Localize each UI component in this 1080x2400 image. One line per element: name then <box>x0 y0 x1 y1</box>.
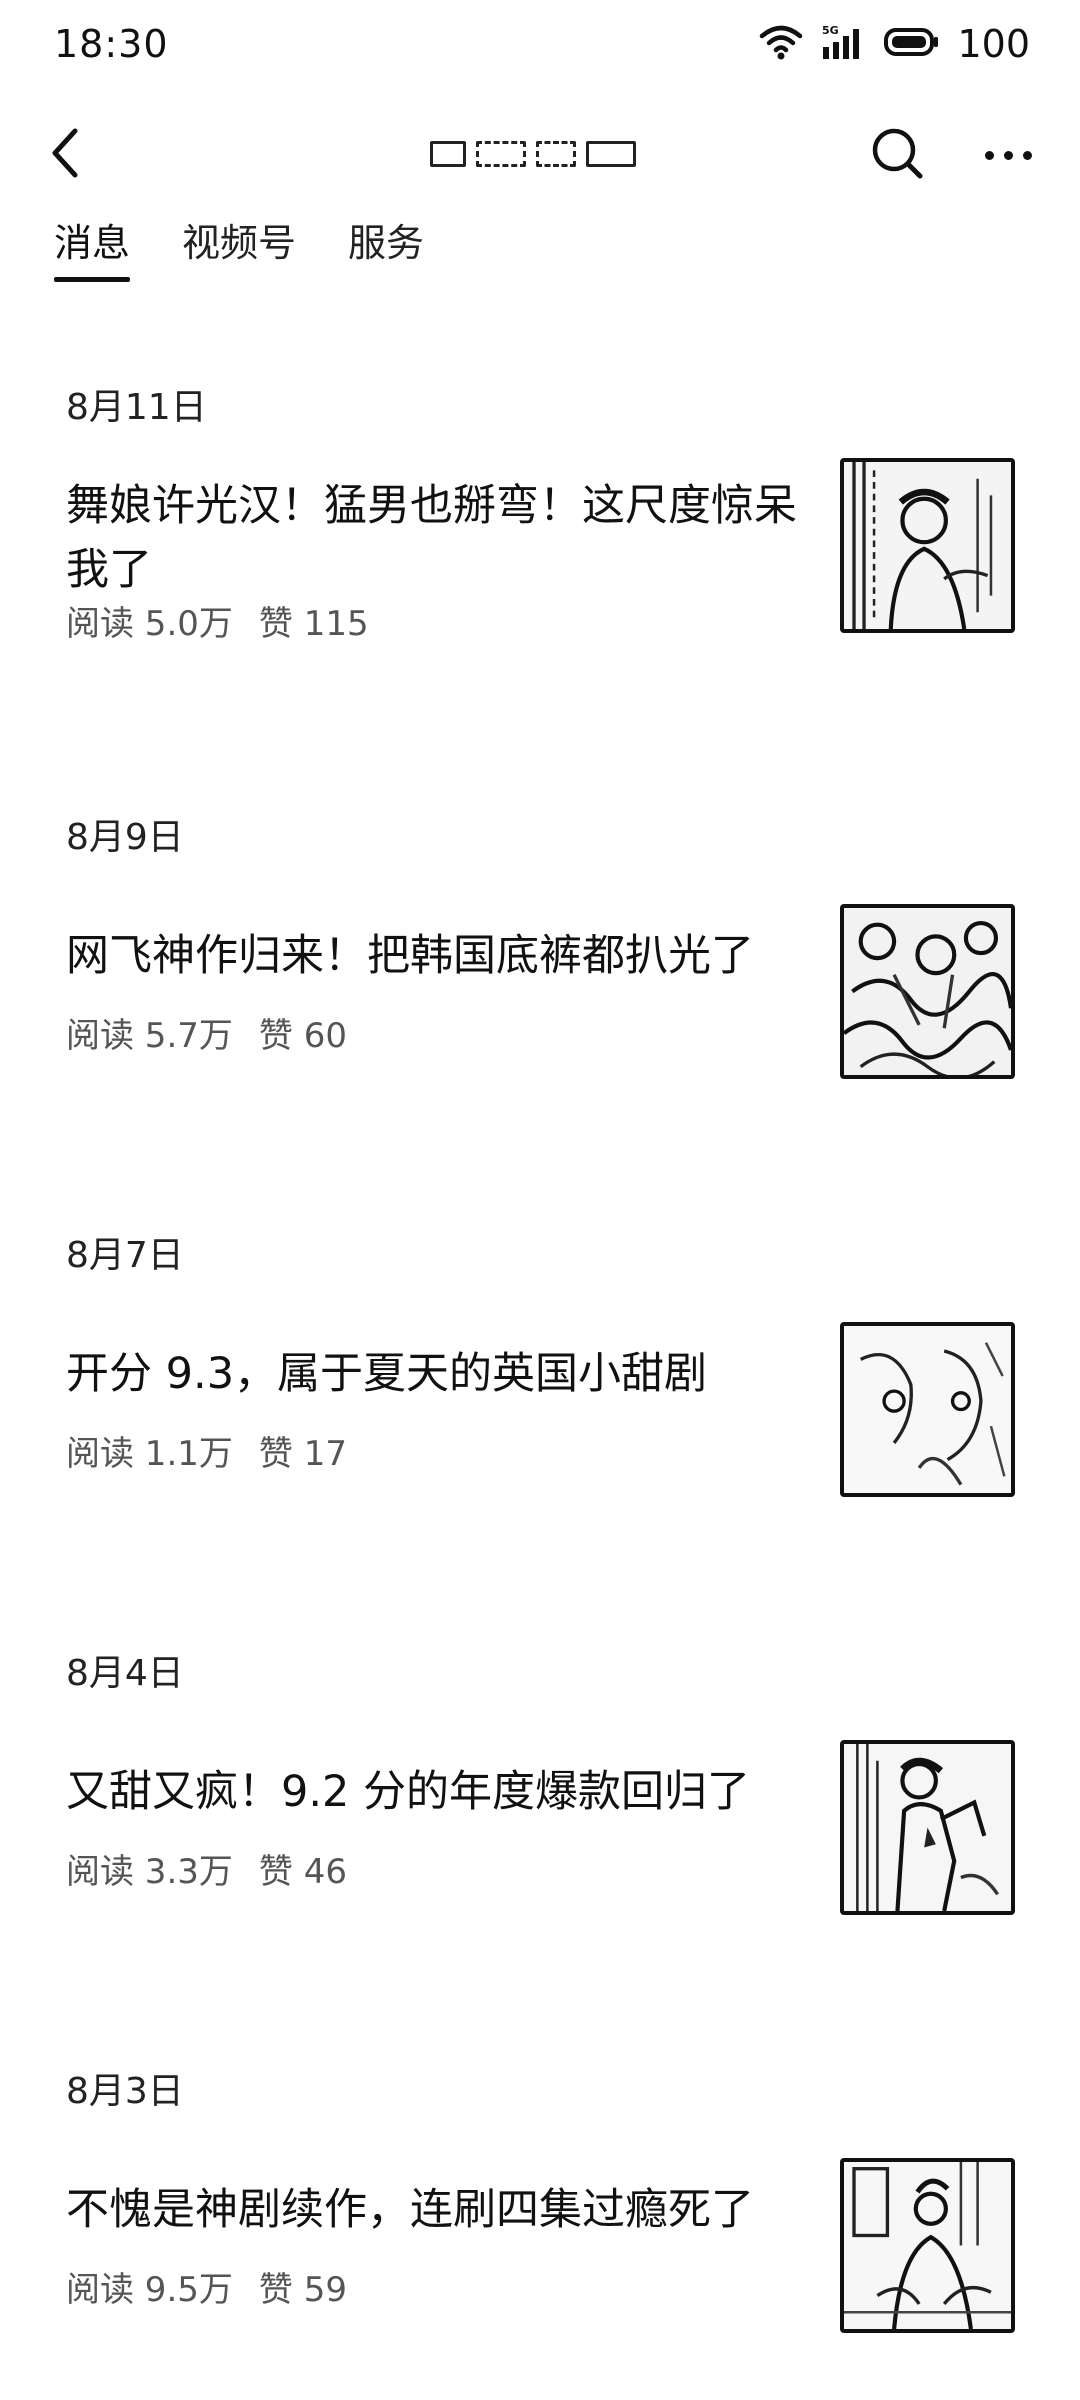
back-button[interactable] <box>30 120 100 190</box>
article-stats: 阅读 3.3万 赞 46 <box>66 1844 347 1893</box>
read-count: 阅读 9.5万 <box>66 2270 233 2310</box>
more-dots-icon <box>984 150 1032 160</box>
article-thumbnail[interactable] <box>840 904 1015 1079</box>
article-title[interactable]: 网飞神作归来！把韩国底裤都扒光了 <box>66 924 806 988</box>
read-count: 阅读 3.3万 <box>66 1852 233 1892</box>
like-count: 赞 17 <box>258 1434 347 1474</box>
tab-messages[interactable]: 消息 <box>54 212 131 282</box>
article-date: 8月9日 <box>66 817 184 858</box>
like-count: 赞 60 <box>258 1016 347 1056</box>
article-stats: 阅读 5.7万 赞 60 <box>66 1008 347 1057</box>
battery-level: 100 <box>957 22 1030 66</box>
article-thumbnail[interactable] <box>840 1740 1015 1915</box>
tab-services[interactable]: 服务 <box>348 212 424 282</box>
like-count: 赞 59 <box>258 2270 347 2310</box>
article-item[interactable]: 8月4日 又甜又疯！9.2 分的年度爆款回归了 阅读 3.3万 赞 46 <box>0 1644 1080 2024</box>
battery-icon <box>883 26 939 62</box>
read-count: 阅读 1.1万 <box>66 1434 233 1474</box>
article-thumbnail[interactable] <box>840 2158 1015 2333</box>
article-item[interactable]: 8月9日 网飞神作归来！把韩国底裤都扒光了 阅读 5.7万 赞 60 <box>0 808 1080 1188</box>
article-title[interactable]: 不愧是神剧续作，连刷四集过瘾死了 <box>66 2178 806 2242</box>
svg-text:5G: 5G <box>822 24 839 37</box>
redacted-block <box>430 141 466 167</box>
more-button[interactable] <box>968 120 1048 190</box>
status-time: 18:30 <box>54 22 169 66</box>
redacted-block <box>536 141 576 167</box>
article-date: 8月11日 <box>66 387 207 428</box>
article-item[interactable]: 8月3日 不愧是神剧续作，连刷四集过瘾死了 阅读 9.5万 赞 59 <box>0 2062 1080 2400</box>
article-thumbnail[interactable] <box>840 458 1015 633</box>
status-icons: 5G 100 <box>759 22 1030 66</box>
account-name-redacted <box>430 134 650 174</box>
article-stats: 阅读 1.1万 赞 17 <box>66 1426 347 1475</box>
article-date: 8月7日 <box>66 1235 184 1276</box>
search-button[interactable] <box>862 120 932 190</box>
article-date: 8月3日 <box>66 2071 184 2112</box>
like-count: 赞 46 <box>258 1852 347 1892</box>
read-count: 阅读 5.0万 <box>66 604 233 644</box>
article-item[interactable]: 8月11日 舞娘许光汉！猛男也掰弯！这尺度惊呆我了 阅读 5.0万 赞 115 <box>0 378 1080 758</box>
article-stats: 阅读 5.0万 赞 115 <box>66 596 369 645</box>
tab-bar: 消息 视频号 服务 <box>54 212 424 282</box>
article-title[interactable]: 又甜又疯！9.2 分的年度爆款回归了 <box>66 1760 806 1824</box>
article-date: 8月4日 <box>66 1653 184 1694</box>
article-title[interactable]: 舞娘许光汉！猛男也掰弯！这尺度惊呆我了 <box>66 474 806 602</box>
redacted-block <box>476 141 526 167</box>
tab-channels[interactable]: 视频号 <box>182 212 296 282</box>
article-thumbnail[interactable] <box>840 1322 1015 1497</box>
article-item[interactable]: 8月7日 开分 9.3，属于夏天的英国小甜剧 阅读 1.1万 赞 17 <box>0 1226 1080 1606</box>
redacted-block <box>586 141 636 167</box>
status-bar: 18:30 5G 100 <box>0 0 1080 88</box>
article-title[interactable]: 开分 9.3，属于夏天的英国小甜剧 <box>66 1342 806 1406</box>
article-stats: 阅读 9.5万 赞 59 <box>66 2262 347 2311</box>
chevron-left-icon <box>45 125 85 185</box>
wifi-icon <box>759 24 803 64</box>
signal-5g-icon: 5G <box>821 23 865 65</box>
search-icon <box>869 125 925 185</box>
header <box>0 110 1080 200</box>
screen: 18:30 5G 100 消息 视频号 服务 8月11日 舞娘许光汉！猛男也掰弯… <box>0 0 1080 2400</box>
like-count: 赞 115 <box>258 604 369 644</box>
read-count: 阅读 5.7万 <box>66 1016 233 1056</box>
